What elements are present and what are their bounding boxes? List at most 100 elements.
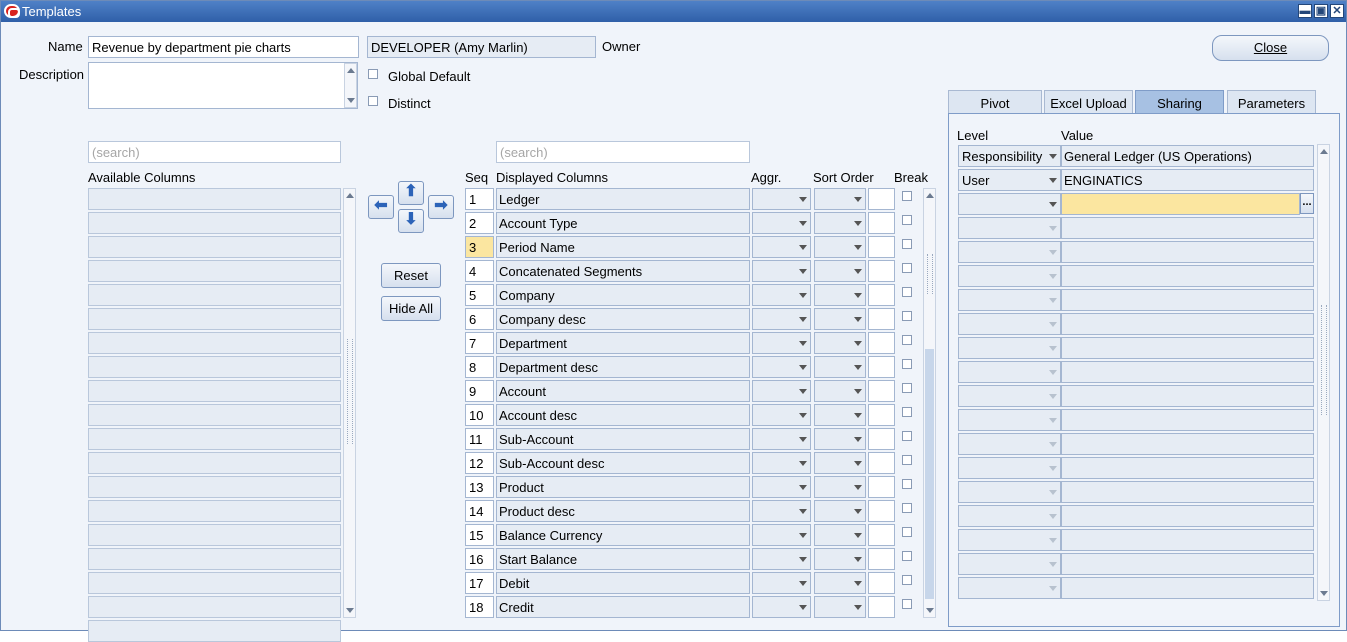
displayed-column-name[interactable]: Account desc xyxy=(496,404,750,426)
aggr-select[interactable] xyxy=(752,380,811,402)
displayed-column-name[interactable]: Department xyxy=(496,332,750,354)
scroll-down-icon[interactable] xyxy=(346,608,354,613)
break-checkbox[interactable] xyxy=(902,287,912,297)
sort-order-field[interactable] xyxy=(868,596,895,618)
available-column-row[interactable] xyxy=(88,380,341,402)
available-column-row[interactable] xyxy=(88,524,341,546)
lov-button[interactable]: ... xyxy=(1300,193,1314,214)
aggr-select[interactable] xyxy=(752,500,811,522)
level-select[interactable] xyxy=(958,433,1061,455)
available-column-row[interactable] xyxy=(88,404,341,426)
description-field[interactable] xyxy=(88,62,358,109)
break-checkbox[interactable] xyxy=(902,455,912,465)
level-select[interactable] xyxy=(958,577,1061,599)
displayed-column-name[interactable]: Sub-Account desc xyxy=(496,452,750,474)
sharing-value-field[interactable] xyxy=(1061,193,1300,215)
displayed-column-name[interactable]: Sub-Account xyxy=(496,428,750,450)
sharing-value-field[interactable] xyxy=(1061,553,1314,575)
seq-field[interactable]: 1 xyxy=(465,188,494,210)
available-column-row[interactable] xyxy=(88,572,341,594)
scroll-grip[interactable] xyxy=(1321,305,1327,415)
available-column-row[interactable] xyxy=(88,620,341,642)
scroll-up-icon[interactable] xyxy=(1320,149,1328,154)
sharing-value-field[interactable]: ENGINATICS xyxy=(1061,169,1314,191)
scroll-up-icon[interactable] xyxy=(346,193,354,198)
level-select[interactable] xyxy=(958,505,1061,527)
level-select[interactable] xyxy=(958,409,1061,431)
aggr-select[interactable] xyxy=(752,212,811,234)
level-select[interactable] xyxy=(958,313,1061,335)
seq-field[interactable]: 12 xyxy=(465,452,494,474)
available-column-row[interactable] xyxy=(88,500,341,522)
sharing-value-field[interactable] xyxy=(1061,529,1314,551)
break-checkbox[interactable] xyxy=(902,575,912,585)
sort-order-field[interactable] xyxy=(868,236,895,258)
break-checkbox[interactable] xyxy=(902,407,912,417)
maximize-icon[interactable]: ▣ xyxy=(1314,4,1328,18)
displayed-search-input[interactable]: (search) xyxy=(496,141,750,163)
sort-order-select[interactable] xyxy=(814,452,866,474)
sort-order-select[interactable] xyxy=(814,212,866,234)
level-select[interactable]: Responsibility xyxy=(958,145,1061,167)
aggr-select[interactable] xyxy=(752,332,811,354)
level-select[interactable] xyxy=(958,385,1061,407)
sharing-value-field[interactable] xyxy=(1061,433,1314,455)
sort-order-select[interactable] xyxy=(814,548,866,570)
sort-order-select[interactable] xyxy=(814,596,866,618)
sharing-value-field[interactable] xyxy=(1061,241,1314,263)
aggr-select[interactable] xyxy=(752,188,811,210)
distinct-checkbox[interactable] xyxy=(368,96,378,106)
break-checkbox[interactable] xyxy=(902,479,912,489)
level-select[interactable] xyxy=(958,241,1061,263)
displayed-column-name[interactable]: Start Balance xyxy=(496,548,750,570)
break-checkbox[interactable] xyxy=(902,191,912,201)
displayed-column-name[interactable]: Balance Currency xyxy=(496,524,750,546)
displayed-column-name[interactable]: Debit xyxy=(496,572,750,594)
sort-order-select[interactable] xyxy=(814,284,866,306)
aggr-select[interactable] xyxy=(752,308,811,330)
aggr-select[interactable] xyxy=(752,596,811,618)
sort-order-select[interactable] xyxy=(814,188,866,210)
sharing-value-field[interactable] xyxy=(1061,577,1314,599)
level-select[interactable] xyxy=(958,457,1061,479)
displayed-column-name[interactable]: Ledger xyxy=(496,188,750,210)
scroll-up-icon[interactable] xyxy=(347,68,355,73)
displayed-column-name[interactable]: Company xyxy=(496,284,750,306)
move-down-button[interactable]: ⬇ xyxy=(398,209,424,233)
break-checkbox[interactable] xyxy=(902,239,912,249)
sort-order-select[interactable] xyxy=(814,236,866,258)
sharing-scrollbar[interactable] xyxy=(1317,144,1330,601)
level-select[interactable] xyxy=(958,553,1061,575)
aggr-select[interactable] xyxy=(752,524,811,546)
seq-field[interactable]: 11 xyxy=(465,428,494,450)
break-checkbox[interactable] xyxy=(902,263,912,273)
level-select[interactable] xyxy=(958,193,1061,215)
aggr-select[interactable] xyxy=(752,572,811,594)
available-column-row[interactable] xyxy=(88,236,341,258)
seq-field[interactable]: 13 xyxy=(465,476,494,498)
seq-field[interactable]: 3 xyxy=(465,236,494,258)
sort-order-field[interactable] xyxy=(868,548,895,570)
scroll-down-icon[interactable] xyxy=(347,98,355,103)
seq-field[interactable]: 15 xyxy=(465,524,494,546)
available-column-row[interactable] xyxy=(88,284,341,306)
sharing-value-field[interactable] xyxy=(1061,409,1314,431)
sharing-value-field[interactable] xyxy=(1061,361,1314,383)
displayed-column-name[interactable]: Account Type xyxy=(496,212,750,234)
sharing-value-field[interactable] xyxy=(1061,385,1314,407)
sort-order-select[interactable] xyxy=(814,356,866,378)
level-select[interactable] xyxy=(958,217,1061,239)
tab-sharing[interactable]: Sharing xyxy=(1135,90,1224,115)
sort-order-field[interactable] xyxy=(868,452,895,474)
sharing-value-field[interactable] xyxy=(1061,265,1314,287)
available-column-row[interactable] xyxy=(88,260,341,282)
seq-field[interactable]: 5 xyxy=(465,284,494,306)
level-select[interactable] xyxy=(958,529,1061,551)
break-checkbox[interactable] xyxy=(902,383,912,393)
sort-order-field[interactable] xyxy=(868,308,895,330)
sharing-value-field[interactable] xyxy=(1061,313,1314,335)
sort-order-field[interactable] xyxy=(868,380,895,402)
scroll-thumb[interactable] xyxy=(925,349,934,599)
aggr-select[interactable] xyxy=(752,404,811,426)
sort-order-field[interactable] xyxy=(868,284,895,306)
